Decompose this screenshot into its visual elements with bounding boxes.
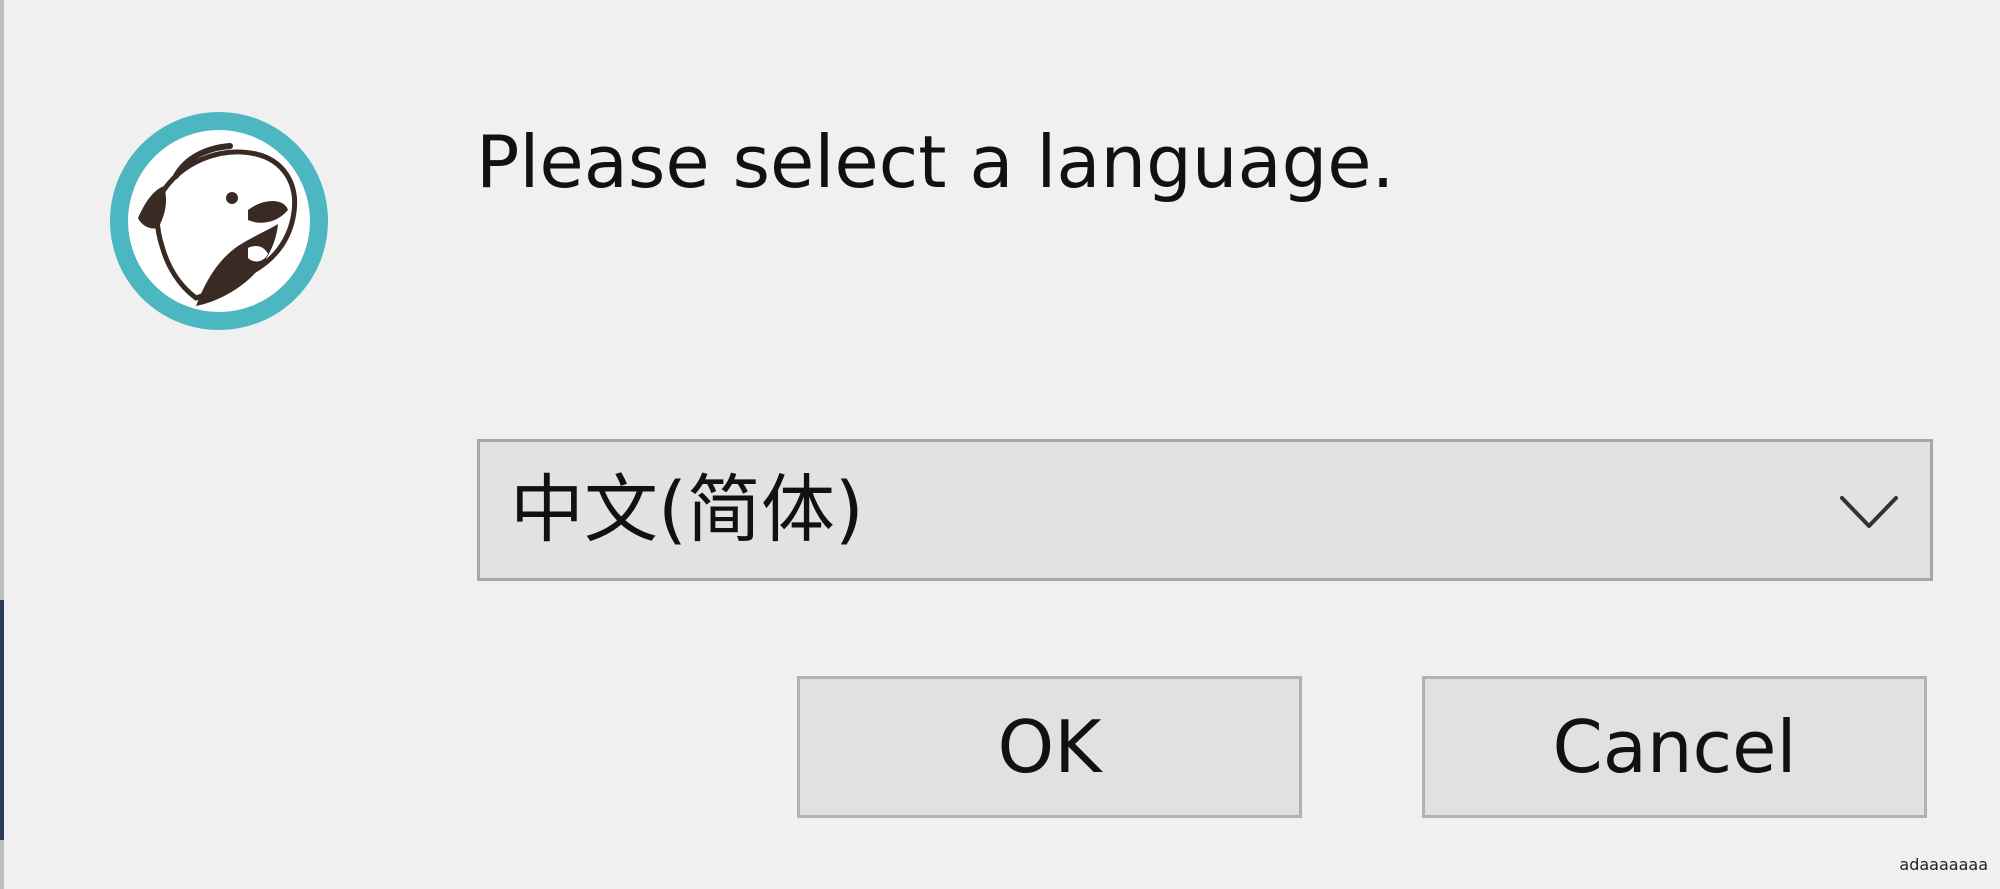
ok-button[interactable]: OK — [797, 676, 1302, 818]
chevron-down-icon[interactable] — [1834, 484, 1904, 540]
watermark-text: adaaaaaaa — [1899, 855, 1988, 874]
dialog-prompt: Please select a language. — [476, 120, 1395, 204]
language-select-value: 中文(简体) — [510, 467, 864, 553]
beaver-logo-icon — [108, 110, 330, 332]
window-left-edge-dark — [0, 600, 4, 840]
cancel-button[interactable]: Cancel — [1422, 676, 1927, 818]
language-select[interactable]: 中文(简体) — [477, 439, 1933, 581]
